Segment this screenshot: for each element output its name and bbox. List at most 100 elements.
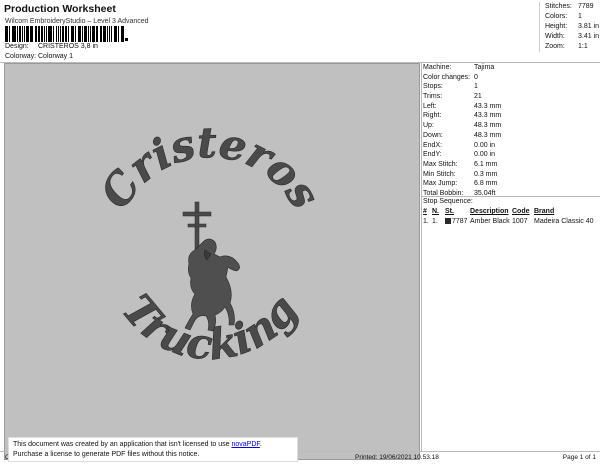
property-row: EndY: 0.00 in xyxy=(423,150,600,160)
property-row: EndX: 0.00 in xyxy=(423,141,600,151)
barcode-bar xyxy=(68,26,70,42)
property-label: Machine: xyxy=(423,64,452,71)
property-value: 48.3 mm xyxy=(474,131,502,139)
machine-properties: Machine: Tajima Color changes: 0 Stops: 1 Trim… xyxy=(423,63,600,199)
row-num: 1. xyxy=(423,218,429,225)
stat-label: Zoom: xyxy=(545,43,565,50)
table-row: 1. 1. 7787 Amber Black 1007 Madeira Clas… xyxy=(423,217,600,227)
property-label: Up: xyxy=(423,122,434,130)
stat-label: Width: xyxy=(545,33,565,40)
col-header: Brand xyxy=(534,208,555,215)
barcode-bar xyxy=(6,26,9,42)
colorway-value: Colorway 1 xyxy=(38,53,74,60)
barcode-bar xyxy=(13,26,16,42)
barcode-bar xyxy=(72,26,75,42)
property-label: Color changes: xyxy=(423,73,471,81)
stat-value: 1:1 xyxy=(578,43,588,50)
barcode-bar xyxy=(45,26,47,42)
stat-label: Colors: xyxy=(545,13,568,20)
property-row: Machine: Tajima xyxy=(423,63,600,73)
barcode xyxy=(5,26,125,42)
stat-label: Stitches: xyxy=(545,3,572,10)
property-row: Max Jump: 6.8 mm xyxy=(423,179,600,189)
barcode-bar xyxy=(9,26,11,42)
stat-row: Height: 3.81 in xyxy=(545,22,599,32)
barcode-bar xyxy=(43,26,45,42)
stat-value: 7789 xyxy=(578,3,594,10)
property-value: 43.3 mm xyxy=(474,112,502,120)
barcode-bar xyxy=(36,26,37,42)
notice-line-2: Purchase a license to generate PDF files… xyxy=(13,451,200,458)
stat-value: 3.41 in xyxy=(577,33,600,40)
property-label: Down: xyxy=(423,131,443,139)
property-value: 6.1 mm xyxy=(474,160,498,168)
barcode-bar xyxy=(118,26,120,42)
stat-label: Height: xyxy=(545,23,568,30)
property-value: 43.3 mm xyxy=(474,102,502,110)
property-row: Up: 48.3 mm xyxy=(423,121,600,131)
barcode-bar xyxy=(108,26,111,42)
property-label: Min Stitch: xyxy=(423,170,456,178)
stitch-count: 7787 xyxy=(452,218,468,225)
stop-sequence-title: Stop Sequence: xyxy=(423,198,473,205)
notice-text: This document was created by an applicat… xyxy=(13,441,232,448)
barcode-bar xyxy=(23,26,25,42)
barcode-bar xyxy=(111,26,113,42)
barcode-bar xyxy=(100,26,102,42)
stat-row: Width: 3.41 in xyxy=(545,32,599,42)
property-value: 0.00 in xyxy=(474,151,496,159)
barcode-bar xyxy=(64,26,68,42)
property-label: EndX: xyxy=(423,141,443,149)
barcode-bar xyxy=(28,26,30,42)
col-header: Code xyxy=(512,208,530,215)
col-header: # xyxy=(423,208,427,215)
barcode-bar xyxy=(59,26,61,42)
property-value: 6.8 mm xyxy=(474,180,498,188)
col-header: N. xyxy=(432,208,439,215)
barcode-bar xyxy=(53,26,55,42)
barcode-mark xyxy=(125,38,128,41)
property-label: Left: xyxy=(423,102,437,110)
property-label: Right: xyxy=(423,112,442,120)
panel-divider xyxy=(421,63,422,451)
design-line: Design: CRISTEROS 3,8 in xyxy=(5,43,98,50)
barcode-bar xyxy=(122,26,124,42)
novapdf-link[interactable]: novaPDF xyxy=(231,441,259,448)
design-label: Design: xyxy=(5,43,29,50)
property-label: Max Jump: xyxy=(423,180,458,188)
row-stitches: 7787 xyxy=(445,217,470,227)
property-value: 0 xyxy=(474,73,478,81)
barcode-bar xyxy=(37,26,40,42)
colorway-label: Colorway: xyxy=(5,53,37,60)
notice-text: . xyxy=(259,441,262,448)
property-row: Max Stitch: 6.1 mm xyxy=(423,160,600,170)
property-value: 1 xyxy=(474,83,478,91)
barcode-bar xyxy=(51,26,53,42)
design-preview: Cristeros Trucking xyxy=(4,63,420,460)
notice-line-1: This document was created by an applicat… xyxy=(13,440,293,450)
barcode-bar xyxy=(89,26,91,42)
barcode-bar xyxy=(102,26,106,42)
barcode-bar xyxy=(115,26,118,42)
col-header: St. xyxy=(445,208,454,215)
stat-row: Zoom: 1:1 xyxy=(545,42,599,52)
embroidery-design: Cristeros Trucking xyxy=(90,118,330,370)
barcode-bar xyxy=(94,26,96,42)
row-n: 1. xyxy=(432,218,438,225)
barcode-bar xyxy=(21,26,23,42)
barcode-bar xyxy=(57,26,59,42)
property-value: 0.00 in xyxy=(474,141,496,149)
barcode-bar xyxy=(16,26,18,42)
barcode-bar xyxy=(79,26,81,42)
stat-row: Stitches: 7789 xyxy=(545,2,599,12)
barcode-bar xyxy=(87,26,89,42)
software-subtitle: Wilcom EmbroideryStudio – Level 3 Advanc… xyxy=(5,18,149,25)
colorway-line: Colorway: Colorway 1 xyxy=(5,53,73,60)
barcode-bar xyxy=(30,26,34,42)
stat-value: 1 xyxy=(578,13,582,20)
top-stats-panel: Stitches: 7789 Colors: 1 Height: 3.81 in Wi… xyxy=(539,2,599,52)
property-row: Down: 48.3 mm xyxy=(423,131,600,141)
worksheet-page: Production Worksheet Wilcom EmbroiderySt… xyxy=(0,0,600,464)
license-notice: This document was created by an applicat… xyxy=(8,437,298,462)
property-value: 0.3 mm xyxy=(474,170,498,178)
